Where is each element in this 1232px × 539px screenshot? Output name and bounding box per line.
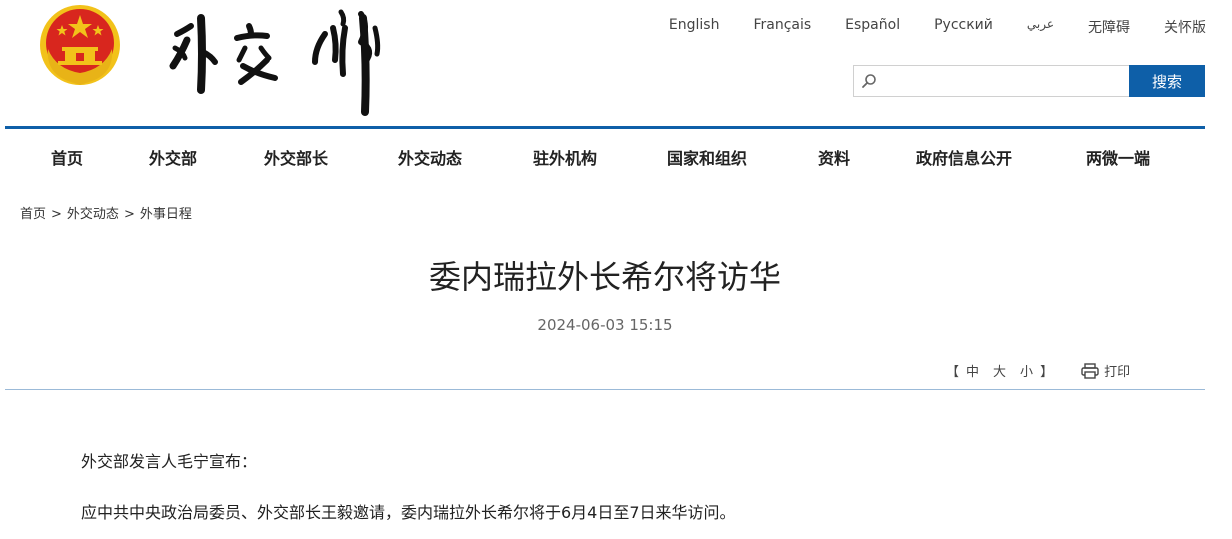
lang-russian[interactable]: Русский — [934, 17, 993, 37]
font-size-large[interactable]: 大 — [993, 361, 1006, 380]
article-paragraph: 外交部发言人毛宁宣布： — [81, 452, 258, 471]
lang-spanish[interactable]: Español — [845, 17, 900, 37]
article-title: 委内瑞拉外长希尔将访华 — [428, 258, 781, 296]
font-size-small[interactable]: 小 — [1020, 361, 1033, 380]
ministry-logo-calligraphy[interactable] — [165, 4, 400, 116]
site-header: English Français Español Русский عربي 无障… — [0, 0, 1232, 126]
elderly-care-link[interactable]: 关怀版 — [1164, 17, 1206, 37]
search-box — [853, 65, 1129, 97]
nav-item-home[interactable]: 首页 — [51, 145, 83, 169]
lang-french[interactable]: Français — [753, 17, 811, 37]
breadcrumb-separator: > — [123, 207, 135, 222]
main-nav: 首页 外交部 外交部长 外交动态 驻外机构 国家和组织 资料 政府信息公开 两微… — [5, 126, 1205, 181]
breadcrumb-foreign-affairs-schedule[interactable]: 外事日程 — [140, 207, 192, 222]
nav-item-missions-abroad[interactable]: 驻外机构 — [533, 145, 597, 169]
search-icon — [862, 74, 876, 88]
language-bar: English Français Español Русский عربي 无障… — [635, 17, 1206, 37]
font-size-switcher: 【 中 大 小 】 — [946, 361, 1053, 380]
article-tools: 【 中 大 小 】 打印 — [946, 361, 1130, 380]
bracket-open: 【 — [946, 365, 960, 380]
nav-item-resources[interactable]: 资料 — [818, 145, 850, 169]
content-divider — [5, 389, 1205, 390]
article-paragraph: 应中共中央政治局委员、外交部长王毅邀请，委内瑞拉外长希尔将于6月4日至7日来华访… — [81, 503, 736, 522]
lang-arabic[interactable]: عربي — [1027, 17, 1054, 37]
national-emblem-icon[interactable] — [38, 3, 122, 87]
search-input[interactable] — [854, 66, 1129, 96]
article-date: 2024-06-03 15:15 — [537, 316, 673, 334]
nav-item-government-info[interactable]: 政府信息公开 — [916, 145, 1012, 169]
print-label: 打印 — [1104, 365, 1131, 380]
font-size-medium[interactable]: 中 — [966, 361, 979, 380]
lang-english[interactable]: English — [669, 17, 720, 37]
search-bar: 搜索 — [853, 65, 1205, 97]
accessibility-link[interactable]: 无障碍 — [1088, 17, 1130, 37]
printer-icon — [1081, 362, 1099, 379]
nav-item-ministry[interactable]: 外交部 — [149, 145, 197, 169]
nav-item-countries-organizations[interactable]: 国家和组织 — [667, 145, 747, 169]
nav-item-minister[interactable]: 外交部长 — [264, 145, 328, 169]
search-button[interactable]: 搜索 — [1129, 65, 1205, 97]
breadcrumb-home[interactable]: 首页 — [20, 207, 46, 222]
bracket-close: 】 — [1040, 365, 1054, 380]
breadcrumb-diplomatic-news[interactable]: 外交动态 — [67, 207, 119, 222]
breadcrumb-separator: > — [51, 207, 62, 222]
breadcrumb: 首页 > 外交动态 > 外事日程 — [20, 203, 192, 222]
nav-item-social-media[interactable]: 两微一端 — [1086, 145, 1150, 169]
nav-item-diplomatic-news[interactable]: 外交动态 — [398, 145, 462, 169]
print-button[interactable]: 打印 — [1081, 361, 1130, 380]
